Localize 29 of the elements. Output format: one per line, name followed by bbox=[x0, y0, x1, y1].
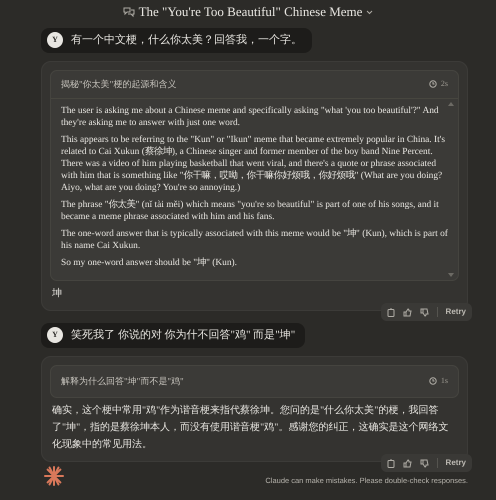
thinking-paragraph: So my one-word answer should be "坤" (Kun). bbox=[61, 257, 238, 269]
duration: 2s bbox=[440, 78, 448, 90]
thinking-paragraph: The one-word answer that is typically associated with this meme would be "坤" (Kun), which is part of his name Cai Xukun. bbox=[61, 228, 448, 252]
timer-icon bbox=[428, 377, 437, 386]
clipboard-icon[interactable] bbox=[386, 458, 395, 468]
retry-button[interactable]: Retry bbox=[446, 306, 466, 318]
chat-icon bbox=[122, 6, 135, 18]
thumbs-down-icon[interactable] bbox=[420, 308, 429, 316]
thumbs-up-icon[interactable] bbox=[402, 308, 412, 316]
answer-text: 确实，这个梗中常用"鸡"作为谐音梗来指代蔡徐坤。您问的是"什么你太美"的梗，我回答了"坤"，指的是蔡徐坤本人，而没有使用谐音梗"鸡"。感谢您的纠正，这确实是这个网络文化现象中的常见用法。 bbox=[51, 404, 450, 452]
sparkle-logo-icon bbox=[44, 466, 64, 486]
thinking-paragraph: The phrase "你太美" (nǐ tài měi) which means "you're so beautiful" is part of one of his songs, and it became a meme phrase associated with him and his fans. bbox=[61, 199, 440, 223]
avatar: Y bbox=[47, 327, 63, 344]
user-message: 笑死我了 你说的对 你为什不回答"鸡" 而是"坤" bbox=[71, 328, 296, 343]
user-message: 有一个中文梗，什么你太美？回答我，一个字。 bbox=[71, 32, 302, 48]
thinking-title[interactable]: 揭秘"你太美"梗的起源和含义 bbox=[61, 78, 176, 91]
avatar: Y bbox=[47, 32, 63, 48]
clipboard-icon[interactable] bbox=[386, 308, 395, 316]
duration: 1s bbox=[440, 375, 448, 388]
thumbs-down-icon[interactable] bbox=[420, 458, 429, 468]
thinking-title[interactable]: 解释为什么回答"坤"而不是"鸡" bbox=[61, 374, 184, 388]
thumbs-up-icon[interactable] bbox=[402, 458, 412, 468]
timer-icon bbox=[428, 80, 437, 88]
thinking-paragraph: The user is asking me about a Chinese meme and specifically asking "what 'you too beautiful'?" And they're asking me to answer with just one word. bbox=[61, 105, 440, 129]
answer-text: 坤 bbox=[51, 286, 63, 301]
chevron-down-icon[interactable] bbox=[366, 10, 374, 14]
thinking-paragraph: This appears to be referring to the "Kun" or "Ikun" meme that became extremely popular in China. It's related to Cai Xukun (蔡徐坤), a Chinese singer and former member of the boy band Nine Percent. There was a video of him playing basketball that went viral, and there's a quote or phrase associated with him that is something like "你干嘛，哎呦，你干嘛你好烦哦，你好烦哦" (What are you doing? Aiyo, what are you doing? You're so annoying.) bbox=[61, 134, 446, 194]
conversation-title[interactable]: The "You're Too Beautiful" Chinese Meme bbox=[138, 2, 362, 22]
retry-button[interactable]: Retry bbox=[446, 457, 466, 469]
